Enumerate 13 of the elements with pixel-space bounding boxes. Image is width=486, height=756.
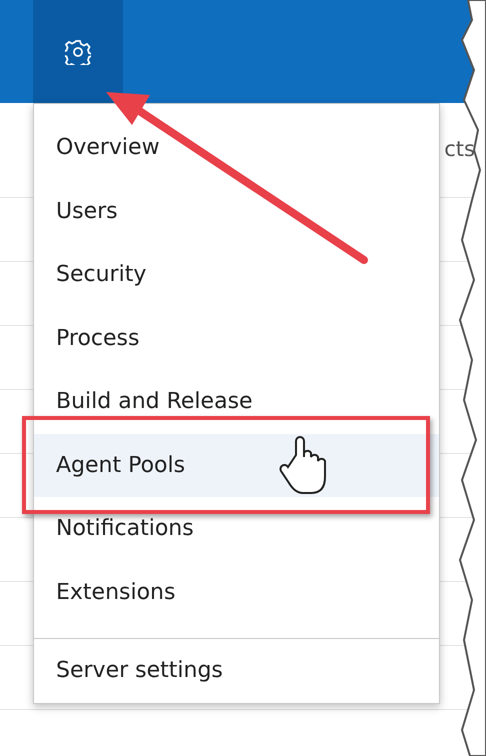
column-header: cts bbox=[444, 136, 475, 164]
menu-item[interactable]: Users bbox=[34, 180, 439, 243]
menu-item[interactable]: Build and Release bbox=[34, 370, 439, 434]
menu-item[interactable]: Server settings bbox=[34, 639, 439, 702]
menu-item[interactable]: Agent Pools bbox=[34, 434, 439, 497]
menu-item[interactable]: Extensions bbox=[34, 560, 439, 624]
menu-item[interactable]: Process bbox=[34, 306, 439, 370]
settings-icon bbox=[65, 38, 91, 64]
menu-item[interactable]: Notifications bbox=[34, 497, 439, 560]
settings-button[interactable] bbox=[33, 0, 123, 103]
menu-item[interactable]: Security bbox=[34, 243, 439, 306]
hand-cursor-icon bbox=[279, 436, 326, 494]
menu-item[interactable]: Overview bbox=[34, 116, 439, 180]
